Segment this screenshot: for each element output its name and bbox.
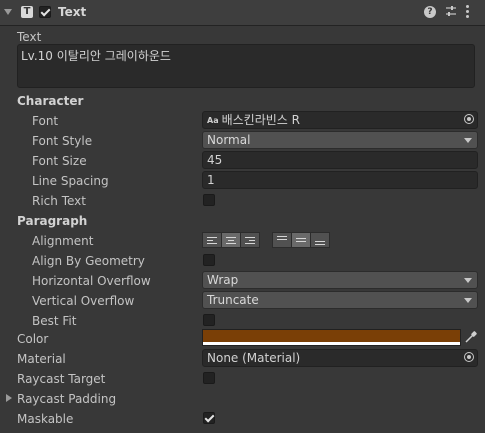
material-field[interactable]: None (Material) xyxy=(202,349,478,367)
best-fit-label: Best Fit xyxy=(32,314,77,328)
component-title: Text xyxy=(58,5,87,19)
foldout-expanded-icon[interactable] xyxy=(4,9,12,15)
align-center-button[interactable] xyxy=(221,232,241,248)
font-style-value: Normal xyxy=(207,133,251,147)
dropdown-arrow-icon xyxy=(464,278,472,283)
color-alpha-bar xyxy=(203,342,460,345)
vertical-overflow-dropdown[interactable]: Truncate xyxy=(202,291,478,309)
raycast-target-checkbox[interactable] xyxy=(203,372,215,384)
align-bottom-button[interactable] xyxy=(310,232,330,248)
preset-sliders-icon[interactable] xyxy=(445,4,457,21)
font-size-label: Font Size xyxy=(32,154,87,168)
vertical-alignment-group xyxy=(272,232,330,248)
font-style-dropdown[interactable]: Normal xyxy=(202,131,478,149)
align-by-geometry-label: Align By Geometry xyxy=(32,254,145,268)
maskable-checkbox[interactable] xyxy=(203,412,215,424)
font-style-label: Font Style xyxy=(32,134,93,148)
more-options-icon[interactable] xyxy=(466,5,470,20)
align-right-button[interactable] xyxy=(240,232,260,248)
font-label: Font xyxy=(32,114,59,128)
font-asset-icon: Aa xyxy=(207,116,219,125)
best-fit-checkbox[interactable] xyxy=(203,314,215,326)
text-component-icon: T xyxy=(21,6,33,18)
character-heading: Character xyxy=(17,94,84,108)
rich-text-label: Rich Text xyxy=(32,194,86,208)
material-label: Material xyxy=(17,352,66,366)
text-input-area[interactable]: Lv.10 이탈리안 그레이하운드 xyxy=(17,44,475,88)
vertical-overflow-label: Vertical Overflow xyxy=(32,294,135,308)
color-label: Color xyxy=(17,332,49,346)
eyedropper-icon[interactable] xyxy=(464,330,478,344)
horizontal-overflow-dropdown[interactable]: Wrap xyxy=(202,271,478,289)
color-field[interactable] xyxy=(202,329,461,346)
align-middle-button[interactable] xyxy=(291,232,311,248)
raycast-target-label: Raycast Target xyxy=(17,372,106,386)
align-left-button[interactable] xyxy=(202,232,222,248)
dropdown-arrow-icon xyxy=(464,138,472,143)
text-label: Text xyxy=(17,30,42,44)
material-value: None (Material) xyxy=(207,351,301,365)
line-spacing-label: Line Spacing xyxy=(32,174,109,188)
maskable-label: Maskable xyxy=(17,412,74,426)
rich-text-checkbox[interactable] xyxy=(203,194,215,206)
align-top-button[interactable] xyxy=(272,232,292,248)
paragraph-heading: Paragraph xyxy=(17,214,88,228)
font-size-field[interactable]: 45 xyxy=(202,151,478,169)
horizontal-overflow-value: Wrap xyxy=(207,273,239,287)
object-picker-icon[interactable] xyxy=(464,114,474,124)
color-swatch xyxy=(203,330,460,342)
component-enabled-checkbox[interactable] xyxy=(39,6,51,18)
horizontal-alignment-group xyxy=(202,232,260,248)
line-spacing-field[interactable]: 1 xyxy=(202,171,478,189)
vertical-overflow-value: Truncate xyxy=(207,293,259,307)
align-by-geometry-checkbox[interactable] xyxy=(203,254,215,266)
help-icon[interactable]: ? xyxy=(424,6,436,18)
font-value: 배스킨라빈스 R xyxy=(221,113,300,127)
dropdown-arrow-icon xyxy=(464,298,472,303)
alignment-label: Alignment xyxy=(32,234,94,248)
foldout-collapsed-icon[interactable] xyxy=(6,394,12,402)
object-picker-icon[interactable] xyxy=(464,352,474,362)
horizontal-overflow-label: Horizontal Overflow xyxy=(32,274,151,288)
font-field[interactable]: Aa 배스킨라빈스 R xyxy=(202,111,478,129)
raycast-padding-label[interactable]: Raycast Padding xyxy=(17,392,116,406)
